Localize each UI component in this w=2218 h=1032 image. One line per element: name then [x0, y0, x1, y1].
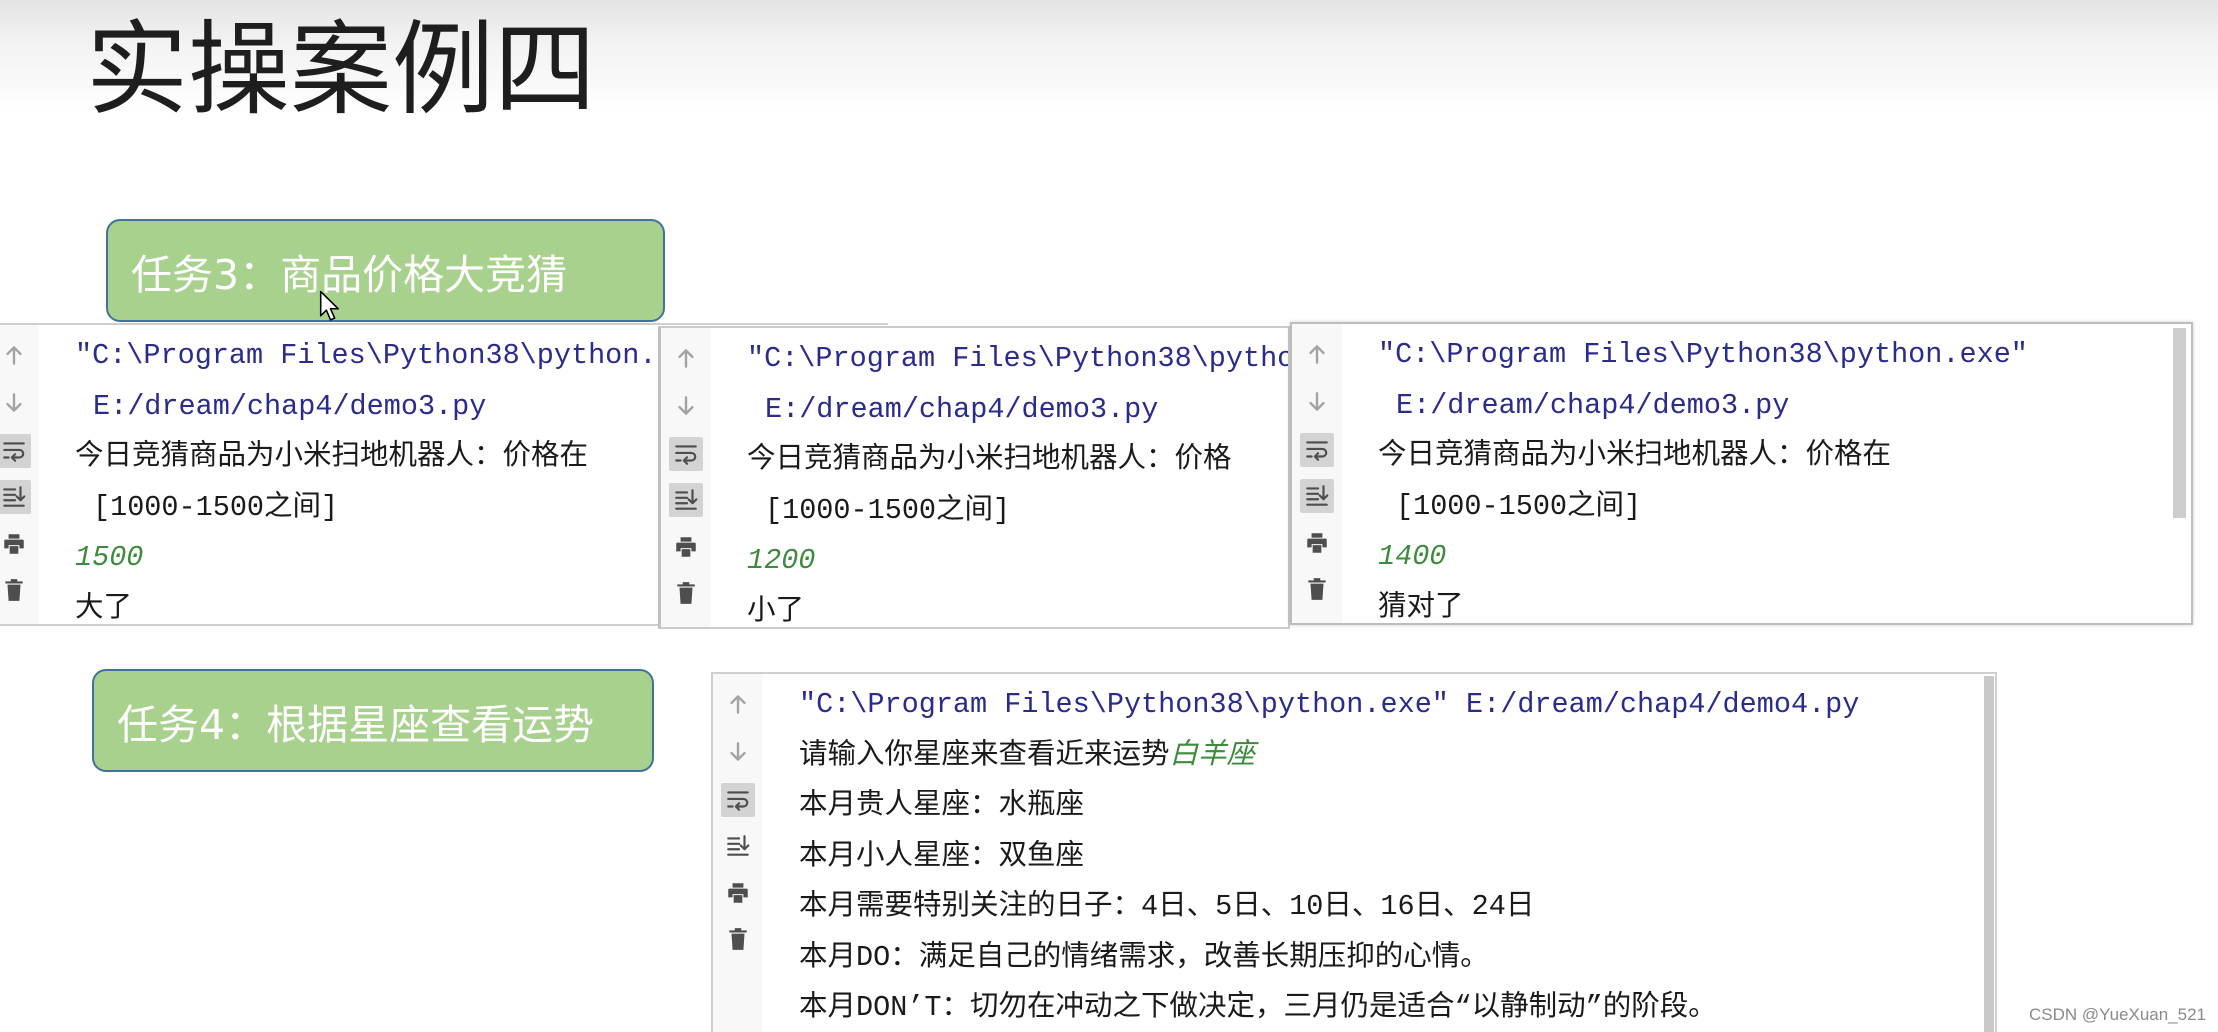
output-line: 本月需要特别关注的日子：4日、5日、10日、16日、24日 — [799, 890, 1535, 923]
zodiac-prompt-line: 请输入你星座来查看近来运势白羊座 — [799, 731, 1995, 782]
soft-wrap-icon — [675, 445, 697, 465]
print-icon — [728, 883, 748, 903]
print-button[interactable] — [0, 527, 31, 561]
up-arrow-icon — [730, 695, 746, 714]
scroll-to-end-icon — [1306, 485, 1329, 506]
scroll-down-button[interactable] — [721, 735, 755, 769]
console-output: "C:\Program Files\Python38\pytho E:/drea… — [747, 334, 1290, 628]
output-line: 本月DO：满足自己的情绪需求，改善长期压抑的心情。 — [799, 940, 1489, 974]
user-input-line: 1200 — [747, 544, 816, 577]
down-arrow-icon — [730, 742, 746, 761]
print-icon — [1307, 533, 1327, 553]
soft-wrap-toggle[interactable] — [669, 437, 703, 471]
output-line: 今日竞猜商品为小米扫地机器人：价格在 — [1378, 439, 1892, 472]
console-toolbar — [661, 328, 711, 627]
run-console-guess-1200: "C:\Program Files\Python38\pytho E:/drea… — [658, 326, 1290, 629]
trash-icon — [1308, 578, 1326, 600]
console-toolbar — [0, 325, 39, 624]
up-arrow-icon — [678, 349, 694, 368]
print-icon — [4, 534, 24, 554]
scroll-down-button[interactable] — [669, 389, 703, 423]
scroll-to-end-toggle[interactable] — [0, 480, 31, 514]
run-console-guess-1400: "C:\Program Files\Python38\python.exe" E… — [1290, 322, 2193, 625]
scroll-to-end-toggle[interactable] — [1300, 479, 1334, 513]
print-button[interactable] — [1300, 526, 1334, 560]
print-icon — [676, 537, 696, 557]
clear-all-button[interactable] — [721, 922, 755, 956]
clear-all-button[interactable] — [669, 576, 703, 610]
console-toolbar — [713, 674, 763, 1032]
down-arrow-icon — [1309, 392, 1325, 411]
up-arrow-icon — [1309, 345, 1325, 364]
print-button[interactable] — [721, 876, 755, 910]
scroll-to-end-toggle[interactable] — [721, 829, 755, 863]
soft-wrap-icon — [3, 442, 25, 462]
scroll-up-button[interactable] — [721, 687, 755, 721]
console-toolbar — [1292, 324, 1342, 623]
slide-title: 实操案例四 — [86, 11, 596, 130]
down-arrow-icon — [6, 393, 22, 412]
watermark: CSDN @YueXuan_521 — [2029, 1005, 2206, 1024]
scroll-up-button[interactable] — [1300, 337, 1334, 371]
script-path-line: E:/dream/chap4/demo3.py — [765, 392, 1159, 426]
task-3-label: 任务3：商品价格大竞猜 — [131, 250, 568, 299]
scroll-down-button[interactable] — [0, 386, 31, 420]
scroll-to-end-toggle[interactable] — [669, 483, 703, 517]
output-line: 今日竞猜商品为小米扫地机器人：价格 — [747, 443, 1232, 476]
soft-wrap-toggle[interactable] — [721, 783, 755, 817]
task-4-label: 任务4：根据星座查看运势 — [117, 700, 595, 749]
output-line: 小了 — [747, 594, 805, 628]
task-3-label-box: 任务3：商品价格大竞猜 — [106, 219, 665, 322]
task-4-label-box: 任务4：根据星座查看运势 — [92, 669, 654, 772]
scroll-down-button[interactable] — [1300, 385, 1334, 419]
command-line: "C:\Program Files\Python38\pytho — [747, 342, 1290, 375]
vertical-scrollbar[interactable] — [1984, 676, 1994, 1032]
soft-wrap-icon — [727, 791, 749, 811]
prompt-text: 请输入你星座来查看近来运势 — [799, 738, 1170, 772]
trash-icon — [677, 582, 695, 604]
soft-wrap-icon — [1306, 441, 1328, 461]
output-line: 猜对了 — [1378, 590, 1464, 624]
output-line: 本月小人星座：双鱼座 — [799, 839, 1085, 873]
output-line: [1000-1500之间] — [765, 493, 1011, 527]
mouse-pointer-icon — [319, 290, 340, 321]
down-arrow-icon — [678, 396, 694, 415]
scroll-to-end-icon — [675, 489, 698, 510]
console-output: "C:\Program Files\Python38\python.exe" E… — [1378, 330, 2191, 624]
scroll-to-end-icon — [727, 835, 750, 856]
clear-all-button[interactable] — [0, 573, 31, 607]
scroll-up-button[interactable] — [0, 338, 31, 372]
user-input-text: 白羊座 — [1169, 738, 1256, 772]
command-line: "C:\Program Files\Python38\python.exe" — [1378, 338, 2028, 371]
trash-icon — [5, 579, 23, 601]
scroll-to-end-icon — [3, 486, 26, 507]
output-line: 本月DON’T：切勿在冲动之下做决定，三月仍是适合“以静制动”的阶段。 — [799, 991, 1717, 1024]
scroll-up-button[interactable] — [669, 341, 703, 375]
up-arrow-icon — [6, 346, 22, 365]
clear-all-button[interactable] — [1300, 572, 1334, 606]
output-line: [1000-1500之间] — [1396, 489, 1642, 523]
soft-wrap-toggle[interactable] — [1300, 433, 1334, 467]
soft-wrap-toggle[interactable] — [0, 434, 31, 468]
output-line: 本月贵人星座：水瓶座 — [799, 789, 1085, 822]
command-line: "C:\Program Files\Python38\python.exe" E… — [799, 688, 1860, 721]
console-output: "C:\Program Files\Python38\python.exe" E… — [799, 680, 1995, 1032]
script-path-line: E:/dream/chap4/demo3.py — [1396, 388, 1790, 422]
run-console-zodiac: "C:\Program Files\Python38\python.exe" E… — [711, 672, 1997, 1032]
vertical-scrollbar[interactable] — [2173, 328, 2186, 518]
print-button[interactable] — [669, 530, 703, 564]
trash-icon — [729, 928, 747, 950]
user-input-line: 1400 — [1378, 540, 1447, 573]
